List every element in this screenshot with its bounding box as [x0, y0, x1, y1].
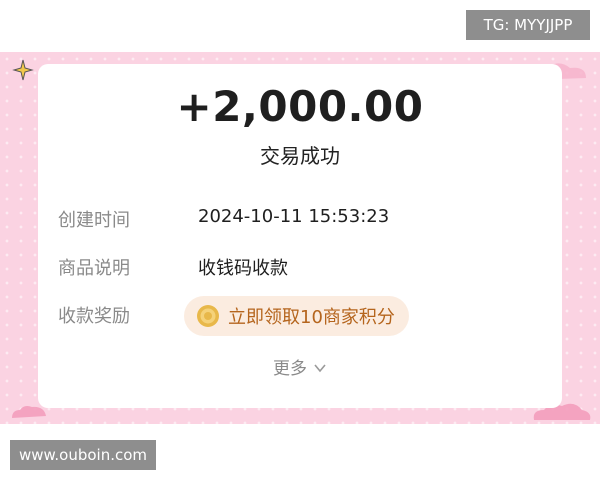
more-label: 更多 [273, 359, 307, 379]
claim-points-text: 立即领取10商家积分 [228, 307, 395, 328]
item-description-label: 商品说明 [58, 258, 130, 279]
url-watermark: www.ouboin.com [10, 440, 156, 470]
chevron-down-icon [314, 363, 326, 372]
created-time-label: 创建时间 [58, 210, 130, 231]
created-time-value: 2024-10-11 15:53:23 [198, 206, 390, 227]
star-decoration-icon [12, 59, 34, 81]
telegram-watermark: TG: MYYJJPP [466, 10, 590, 40]
gold-coin-icon [197, 305, 219, 327]
reward-label: 收款奖励 [58, 306, 130, 327]
item-description-value: 收钱码收款 [198, 258, 288, 279]
transaction-status: 交易成功 [260, 144, 340, 168]
transaction-card: +2,000.00 交易成功 创建时间 2024-10-11 15:53:23 … [38, 64, 562, 408]
claim-points-button[interactable]: 立即领取10商家积分 [184, 296, 409, 336]
transaction-amount: +2,000.00 [176, 82, 424, 131]
more-button[interactable]: 更多 [38, 354, 562, 379]
